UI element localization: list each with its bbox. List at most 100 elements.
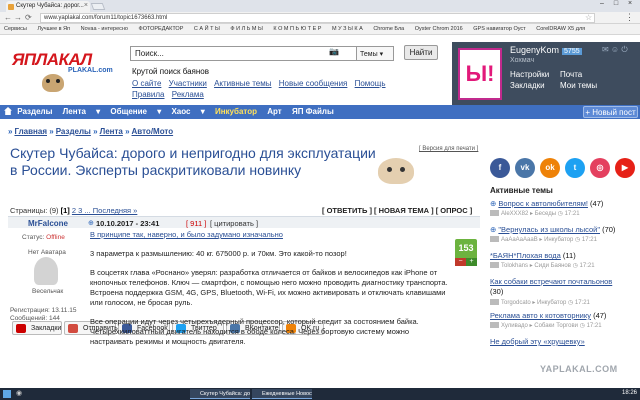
facebook-icon[interactable]: f [490, 158, 510, 178]
theme-section[interactable]: Сиди Баянов [534, 263, 571, 269]
theme-section[interactable]: Беседы [535, 211, 556, 217]
bookmark-item[interactable]: Novaa - интересно [81, 26, 128, 32]
avatar-text: Ы! [465, 61, 495, 86]
forward-icon[interactable]: → [14, 13, 22, 22]
menu-item-chaos[interactable]: Хаос ▾ [171, 107, 204, 116]
bookmark-item[interactable]: К О М П Ь Ю Т Е Р [273, 26, 321, 32]
home-icon[interactable] [4, 107, 12, 115]
theme-link[interactable]: Реклама авто к котовторнику [490, 311, 591, 320]
link-new-messages[interactable]: Новые сообщения [279, 79, 348, 88]
close-window-icon[interactable]: × [624, 0, 636, 7]
new-post-button[interactable]: + Новый пост [583, 106, 638, 118]
bookmark-item[interactable]: Oyster Chrom 2016 [415, 26, 463, 32]
theme-link[interactable]: Как собаки встречают почтальонов [490, 277, 612, 286]
url-field[interactable]: www.yaplakal.com/forum11/topic1673663.ht… [40, 13, 595, 23]
bookmark-item[interactable]: Сервисы [4, 26, 27, 32]
current-page: [1] [60, 206, 70, 215]
theme-link[interactable]: Вопрос к автолюбителям! [498, 199, 588, 208]
windows-start-icon[interactable] [3, 390, 11, 398]
bookmark-item[interactable]: Ф И Л Ь М Ы [230, 26, 262, 32]
list-item: ⊕ "Вернулась из школы лысой" (70) AaAaAa… [490, 225, 616, 243]
reload-icon[interactable]: ⟳ [25, 13, 32, 22]
theme-section[interactable]: Инкубатор [537, 300, 566, 306]
menu-item-talk[interactable]: Общение ▾ [110, 107, 161, 116]
link-active-themes[interactable]: Активные темы [214, 79, 271, 88]
vote-down-button[interactable]: − [455, 258, 466, 266]
theme-link[interactable]: Не добрый эту «хрущевку» [490, 337, 585, 346]
browser-menu-icon[interactable]: ⋮ [625, 12, 634, 23]
topic-actions[interactable]: [ ОТВЕТИТЬ ] [ НОВАЯ ТЕМА ] [ ОПРОС ] [322, 206, 472, 215]
post-lead-link[interactable]: В принципе так, наверно, и было задумано… [90, 230, 283, 239]
theme-time: 17:21 [574, 300, 590, 306]
link-ads[interactable]: Реклама [172, 90, 204, 99]
user-icon [490, 262, 499, 268]
taskbar-item[interactable]: Скутер Чубайса: до... [190, 389, 250, 399]
theme-user[interactable]: Хуливадо [501, 323, 528, 329]
find-button[interactable]: Найти [404, 45, 438, 60]
menu-item-incubator[interactable]: Инкубатор [215, 107, 257, 116]
crumb-auto[interactable]: Авто/Мото [132, 127, 174, 136]
menu-item-sections[interactable]: Разделы [17, 107, 52, 116]
instagram-icon[interactable]: ◎ [590, 158, 610, 178]
link-help[interactable]: Помощь [355, 79, 386, 88]
theme-section[interactable]: Инкубатор [544, 237, 573, 243]
twitter-icon[interactable]: t [565, 158, 585, 178]
bookmark-item[interactable]: ФОТОРЕДАКТОР [139, 26, 184, 32]
crumb-home[interactable]: Главная [14, 127, 47, 136]
username[interactable]: EugenyKom 5755 [510, 45, 582, 55]
close-tab-icon[interactable]: × [84, 2, 88, 9]
cite-link[interactable]: [ цитировать ] [210, 219, 258, 228]
bookmark-item[interactable]: CorelDRAW X5 для [536, 26, 585, 32]
breadcrumb: » Главная » Разделы » Лента » Авто/Мото [8, 127, 173, 136]
print-version-link[interactable]: [ Версия для печати ] [419, 146, 478, 152]
link-members[interactable]: Участники [169, 79, 207, 88]
vk-icon[interactable]: vk [515, 158, 535, 178]
bookmark-item[interactable]: Chrome Бла [373, 26, 404, 32]
vote-up-button[interactable]: + [466, 258, 477, 266]
mail-link[interactable]: Почта [560, 70, 582, 79]
camera-icon[interactable]: 📷 [329, 47, 339, 57]
crumb-sections[interactable]: Разделы [56, 127, 91, 136]
bookmark-star-icon[interactable]: ☆ [585, 13, 592, 22]
bookmark-item[interactable]: М У З Ы К А [332, 26, 363, 32]
browser-tab[interactable]: Скутер Чубайса: дорог... × [6, 1, 90, 12]
bookmark-item[interactable]: Лучшее в Яп [37, 26, 70, 32]
ok-icon[interactable]: ok [540, 158, 560, 178]
new-tab-button[interactable] [90, 3, 106, 10]
post-author[interactable]: MrFalcone [28, 219, 68, 228]
user-tools-icons[interactable]: ✉ ☺ ⏻ [602, 45, 628, 55]
menu-item-feed[interactable]: Лента ▾ [63, 107, 101, 116]
taskbar-item[interactable]: Ежедневные Новости [252, 389, 312, 399]
author-status: Статус: Offline [22, 234, 65, 241]
share-bookmarks-button[interactable]: Закладки [12, 321, 62, 335]
theme-user[interactable]: AaAaAaAaaB [501, 237, 538, 243]
theme-user[interactable]: AleXXX82 [501, 211, 528, 217]
theme-user[interactable]: Tolokhans [501, 263, 528, 269]
search-scope-select[interactable]: Темы ▾ [356, 46, 394, 61]
page-links[interactable]: 2 3 ... Последняя » [72, 206, 137, 215]
bookmarks-link[interactable]: Закладки [510, 81, 545, 90]
bookmark-item[interactable]: С А Й Т Ы [194, 26, 220, 32]
menu-item-files[interactable]: ЯП Файлы [292, 107, 334, 116]
back-icon[interactable]: ← [4, 13, 12, 22]
theme-section[interactable]: Собаки Торгови [534, 323, 578, 329]
bookmark-icon [16, 324, 26, 333]
settings-link[interactable]: Настройки [510, 70, 549, 79]
theme-link[interactable]: "Вернулась из школы лысой" [498, 225, 600, 234]
minimize-icon[interactable]: – [596, 0, 608, 7]
tab-title: Скутер Чубайса: дорог... [16, 3, 84, 9]
avatar[interactable]: Ы! [458, 48, 502, 100]
chrome-icon[interactable]: ◉ [16, 389, 22, 397]
theme-user[interactable]: Torgodcato [501, 300, 531, 306]
link-rules[interactable]: Правила [132, 90, 164, 99]
youtube-icon[interactable]: ▶ [615, 158, 635, 178]
maximize-icon[interactable]: □ [610, 0, 622, 7]
my-themes-link[interactable]: Мои темы [560, 81, 597, 90]
link-about[interactable]: О сайте [132, 79, 161, 88]
menu-item-art[interactable]: Арт [267, 107, 281, 116]
site-logo[interactable]: ЯПЛАКАЛ PLAKAL.com [12, 50, 113, 94]
post-number[interactable]: [ 911 ] [186, 219, 206, 228]
theme-link[interactable]: *БАЯН*Плохая вода [490, 251, 561, 260]
crumb-feed[interactable]: Лента [100, 127, 123, 136]
bookmark-item[interactable]: GPS навигатор Оуст [473, 26, 525, 32]
